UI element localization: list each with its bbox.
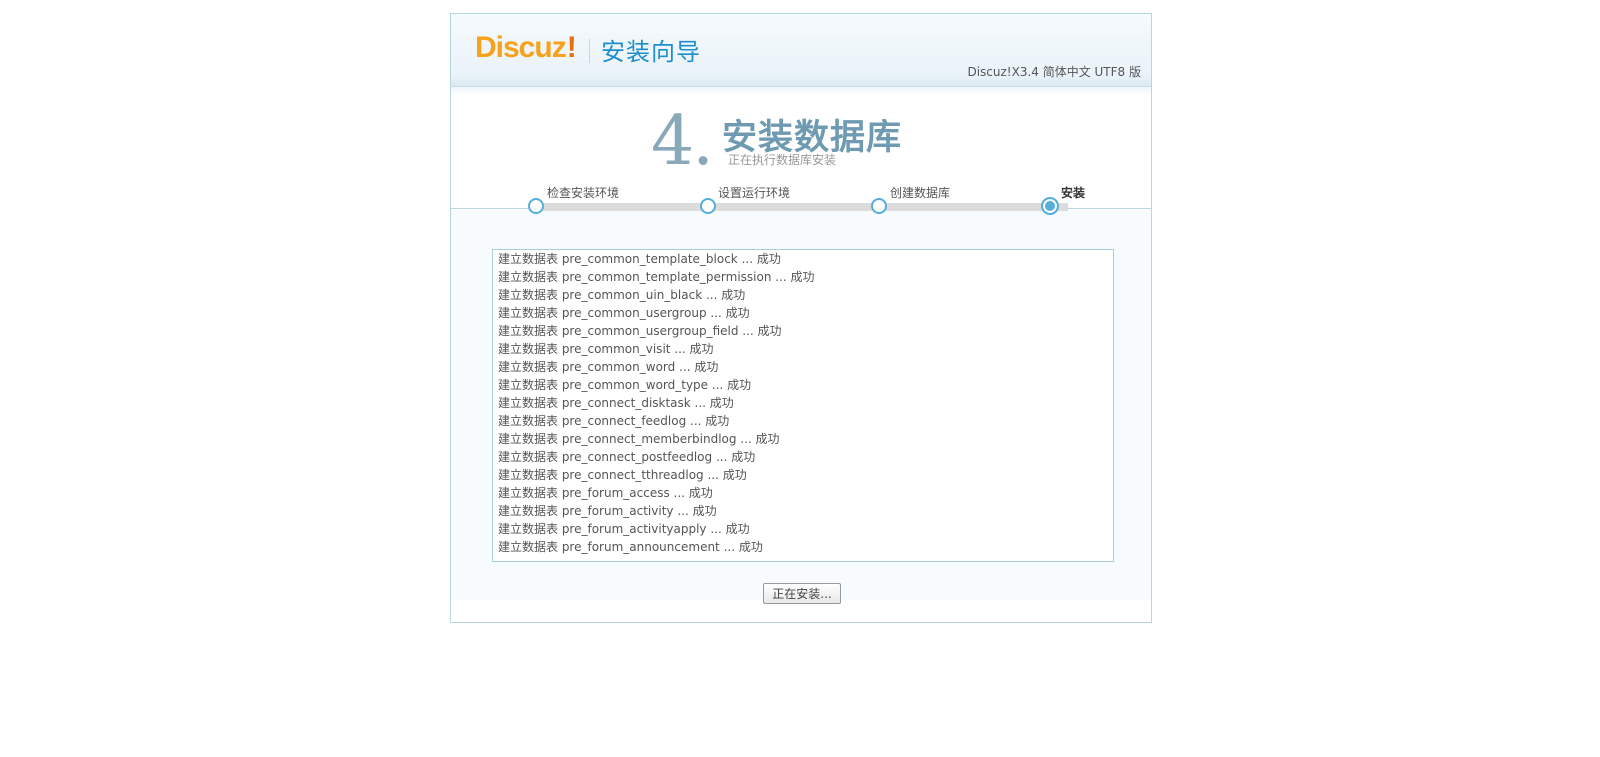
- log-line: 建立数据表 pre_common_usergroup_field ... 成功: [498, 324, 782, 338]
- installing-button[interactable]: 正在安装...: [763, 583, 841, 604]
- step-label-setup-env: 设置运行环境: [718, 186, 791, 200]
- version-text: Discuz!X3.4 简体中文 UTF8 版: [967, 65, 1141, 79]
- log-line: 建立数据表 pre_forum_activityapply ... 成功: [498, 522, 750, 536]
- header-stripe: [451, 87, 1151, 95]
- log-line: 建立数据表 pre_connect_feedlog ... 成功: [498, 414, 730, 428]
- wizard-title: 安装向导: [601, 38, 701, 66]
- step-dot-check-env: [528, 198, 544, 214]
- log-line: 建立数据表 pre_common_word_type ... 成功: [498, 378, 752, 392]
- log-line: 建立数据表 pre_forum_access ... 成功: [498, 486, 713, 500]
- log-line: 建立数据表 pre_connect_postfeedlog ... 成功: [498, 450, 756, 464]
- discuz-logo: Discuz!: [475, 31, 577, 65]
- progress-track: [536, 203, 1068, 211]
- step-dot-setup-env: [700, 198, 716, 214]
- log-line: 建立数据表 pre_common_template_block ... 成功: [498, 252, 781, 266]
- install-wizard: Discuz! 安装向导 Discuz!X3.4 简体中文 UTF8 版 4. …: [450, 13, 1152, 623]
- log-line: 建立数据表 pre_common_word ... 成功: [498, 360, 719, 374]
- step-label-check-env: 检查安装环境: [547, 186, 620, 200]
- log-line: 建立数据表 pre_common_template_permission ...…: [498, 270, 815, 284]
- log-line: 建立数据表 pre_forum_announcement ... 成功: [498, 540, 763, 554]
- log-line: 建立数据表 pre_common_usergroup ... 成功: [498, 306, 750, 320]
- log-line: 建立数据表 pre_forum_activity ... 成功: [498, 504, 717, 518]
- log-line: 建立数据表 pre_common_uin_black ... 成功: [498, 288, 746, 302]
- step-label-install: 安装: [1061, 186, 1086, 200]
- log-line: 建立数据表 pre_connect_memberbindlog ... 成功: [498, 432, 780, 446]
- logo-divider: [589, 39, 590, 63]
- log-line: 建立数据表 pre_connect_tthreadlog ... 成功: [498, 468, 747, 482]
- step-dot-create-db: [871, 198, 887, 214]
- step-dot-install: [1041, 197, 1059, 215]
- step-number: 4.: [651, 102, 714, 181]
- install-log[interactable]: 建立数据表 pre_common_template_block ... 成功 建立…: [492, 249, 1114, 562]
- step-label-create-db: 创建数据库: [890, 186, 951, 200]
- logo-bang: !: [566, 31, 577, 64]
- log-line: 建立数据表 pre_connect_disktask ... 成功: [498, 396, 734, 410]
- step-subtitle: 正在执行数据库安装: [728, 153, 837, 167]
- log-line: 建立数据表 pre_common_visit ... 成功: [498, 342, 714, 356]
- logo-text: Discuz: [475, 31, 567, 64]
- header: Discuz! 安装向导 Discuz!X3.4 简体中文 UTF8 版: [451, 14, 1151, 87]
